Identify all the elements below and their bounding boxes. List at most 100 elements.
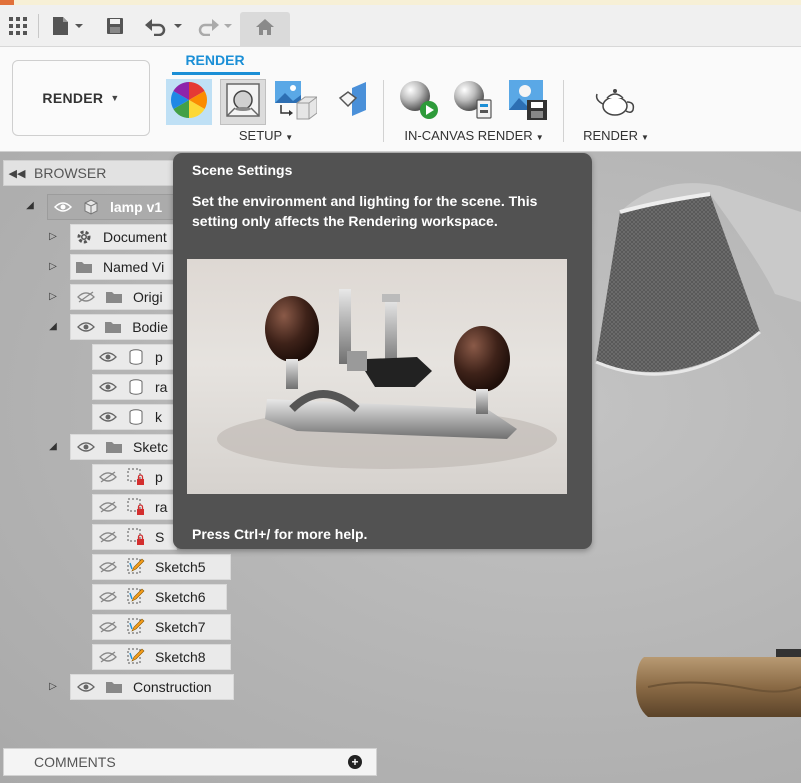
tree-item-body[interactable]: p [92,344,177,370]
tree-item-label: Sketch8 [155,649,206,665]
texture-map-icon [273,79,318,126]
setup-group-label[interactable]: SETUP ▼ [226,128,306,143]
file-icon[interactable] [50,13,84,39]
quick-access-toolbar [0,0,801,47]
render-teapot-tool[interactable] [592,79,638,125]
tree-item-label: Named Vi [103,259,165,275]
app-grid-icon[interactable] [6,13,30,39]
folder-icon [101,320,127,334]
scene-settings-icon [223,80,263,125]
browser-panel-header[interactable]: ◀◀ BROWSER [3,160,175,186]
collapse-panel-icon[interactable]: ◀◀ [4,167,30,180]
tree-item-sketch5[interactable]: Sketch5 [92,554,231,580]
eye-hidden-icon[interactable] [71,291,101,303]
eye-hidden-icon[interactable] [93,531,123,543]
tree-item-sketch-locked[interactable]: p [92,464,177,490]
tree-item-sketch-locked[interactable]: ra [92,494,177,520]
collapse-arrow-icon[interactable]: ◢ [24,200,36,211]
toolbar-separator [38,14,39,38]
tree-item-body[interactable]: ra [92,374,177,400]
sketch-icon [123,557,149,577]
tree-item-label: p [155,349,163,365]
viewport-canvas[interactable]: ◀◀ BROWSER ◢ lamp v1 ▷ Document ▷ Named … [0,152,801,783]
capture-image-icon [505,78,549,127]
tree-item-label: Sketch7 [155,619,206,635]
tree-item-document-settings[interactable]: Document [70,224,177,250]
capture-image-tool[interactable] [504,79,550,125]
eye-hidden-icon[interactable] [93,501,123,513]
teapot-icon [593,80,637,125]
tree-root-lamp[interactable]: lamp v1 [47,194,177,220]
decal-icon [330,80,370,125]
in-canvas-render-tool[interactable] [396,79,442,125]
eye-hidden-icon[interactable] [93,561,123,573]
add-comment-icon[interactable]: + [348,755,362,769]
expand-arrow-icon[interactable]: ▷ [47,261,59,272]
decal-tool[interactable] [327,79,373,125]
appearance-tool[interactable] [166,79,212,125]
in-canvas-render-group-label[interactable]: IN-CANVAS RENDER ▼ [399,128,549,143]
tree-item-label: Bodie [132,319,168,335]
tree-item-label: Sketch6 [155,589,206,605]
save-icon[interactable] [104,13,126,39]
collapse-arrow-icon[interactable]: ◢ [47,441,59,452]
tree-item-sketch8[interactable]: Sketch8 [92,644,231,670]
tree-item-bodies[interactable]: Bodie [70,314,177,340]
in-canvas-render-icon [397,78,441,127]
tab-render[interactable]: RENDER [172,52,258,68]
folder-icon [101,440,127,454]
render-group-label[interactable]: RENDER ▼ [578,128,654,143]
eye-icon[interactable] [48,201,78,213]
expand-arrow-icon[interactable]: ▷ [47,291,59,302]
sketch-locked-icon [123,467,149,487]
sketch-icon [123,587,149,607]
eye-hidden-icon[interactable] [93,621,123,633]
sketch-locked-icon [123,497,149,517]
tree-item-sketch6[interactable]: Sketch6 [92,584,227,610]
tree-item-body[interactable]: k [92,404,177,430]
tree-item-sketches[interactable]: Sketc [70,434,177,460]
tree-item-origin[interactable]: Origi [70,284,177,310]
in-canvas-render-settings-tool[interactable] [450,79,496,125]
body-icon [123,379,149,395]
eye-hidden-icon[interactable] [93,591,123,603]
tree-item-label: Sketc [133,439,169,455]
sketch-locked-icon [123,527,149,547]
tree-item-label: Construction [133,679,212,695]
texture-map-tool[interactable] [272,79,318,125]
tooltip-title: Scene Settings [192,162,293,178]
tree-item-sketch-locked[interactable]: S [92,524,177,550]
scene-settings-tool[interactable] [220,79,266,125]
tree-item-sketch7[interactable]: Sketch7 [92,614,231,640]
home-tab[interactable] [240,12,290,47]
ribbon-separator [563,80,564,142]
component-icon [78,199,104,215]
folder-icon [101,680,127,694]
eye-hidden-icon[interactable] [93,471,123,483]
tree-item-named-views[interactable]: Named Vi [70,254,177,280]
eye-hidden-icon[interactable] [93,651,123,663]
tree-item-label: k [155,409,162,425]
active-tab-indicator [172,72,260,75]
tree-item-label: Document [103,229,167,245]
collapse-arrow-icon[interactable]: ◢ [47,321,59,332]
tooltip-preview-image [187,259,567,494]
lamp-shade-model [595,183,801,376]
expand-arrow-icon[interactable]: ▷ [47,231,59,242]
comments-panel[interactable]: COMMENTS + [3,748,377,776]
eye-icon[interactable] [93,351,123,363]
eye-icon[interactable] [71,321,101,333]
eye-icon[interactable] [93,381,123,393]
workspace-switcher-button[interactable]: RENDER ▼ [12,60,150,136]
eye-icon[interactable] [71,681,101,693]
redo-icon[interactable] [194,13,234,39]
undo-icon[interactable] [144,13,184,39]
body-icon [123,349,149,365]
body-icon [123,409,149,425]
eye-icon[interactable] [71,441,101,453]
ribbon-separator [383,80,384,142]
expand-arrow-icon[interactable]: ▷ [47,681,59,692]
tree-item-construction[interactable]: Construction [70,674,234,700]
eye-icon[interactable] [93,411,123,423]
sketch-icon [123,617,149,637]
